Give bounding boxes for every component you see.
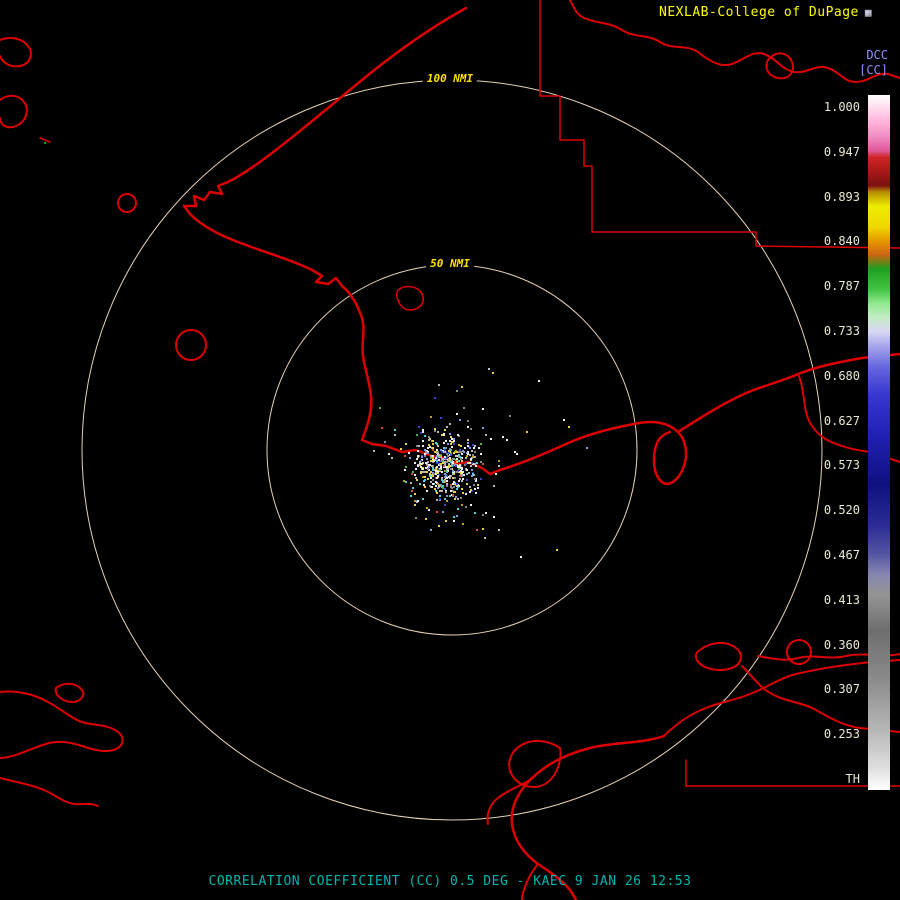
colorbar-tick: 0.680 xyxy=(823,368,860,383)
radar-canvas: 100 NMI 50 NMI NEXLAB-College of DuPage ▦… xyxy=(0,0,900,900)
product-caption: CORRELATION COEFFICIENT (CC) 0.5 DEG - K… xyxy=(208,874,692,889)
colorbar-product-label: DCC xyxy=(866,48,888,62)
colorbar-tick: 1.000 xyxy=(823,100,860,114)
colorbar-tick: 0.893 xyxy=(823,189,860,204)
site-banner-text: NEXLAB-College of DuPage xyxy=(659,5,859,20)
colorbar-tick: 0.307 xyxy=(823,682,860,697)
colorbar-tick: 0.733 xyxy=(823,323,860,338)
colorbar-tick: 0.413 xyxy=(823,592,860,607)
colorbar-ticks: 1.000 0.947 0.893 0.840 0.787 0.733 0.680 0.627… xyxy=(806,101,860,785)
range-ring-label-50nmi: 50 NMI xyxy=(426,257,474,271)
colorbar-tick: 0.467 xyxy=(823,547,860,562)
colorbar-tick: 0.573 xyxy=(823,458,860,473)
map-svg xyxy=(0,0,900,900)
colorbar-tick: 0.253 xyxy=(823,727,860,742)
colorbar-tick: 0.787 xyxy=(823,279,860,294)
colorbar-tick: 0.627 xyxy=(823,413,860,428)
colorbar-tick: TH xyxy=(845,771,860,786)
site-banner: NEXLAB-College of DuPage ▦ xyxy=(659,5,872,20)
colorbar-units-label: [CC] xyxy=(859,63,888,77)
echo-layer xyxy=(44,142,588,558)
colorbar-gradient xyxy=(868,95,890,790)
cod-logo-icon: ▦ xyxy=(864,6,872,19)
range-ring-label-100nmi: 100 NMI xyxy=(422,72,478,86)
colorbar-tick: 0.360 xyxy=(823,637,860,652)
colorbar-tick: 0.520 xyxy=(823,503,860,518)
colorbar-tick: 0.947 xyxy=(823,144,860,159)
colorbar-tick: 0.840 xyxy=(823,234,860,249)
